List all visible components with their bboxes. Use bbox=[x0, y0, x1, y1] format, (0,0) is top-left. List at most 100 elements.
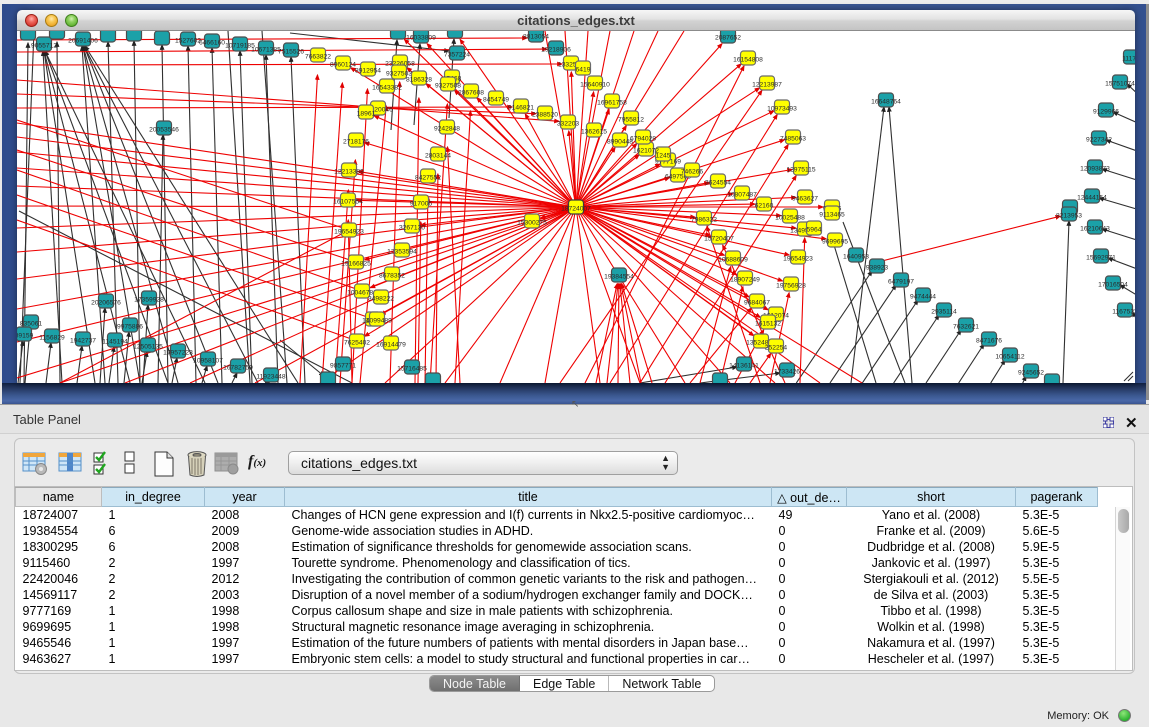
svg-text:15716485: 15716485 bbox=[397, 366, 427, 373]
svg-text:1640953: 1640953 bbox=[843, 254, 869, 261]
svg-text:20206576: 20206576 bbox=[91, 300, 121, 307]
svg-text:11174: 11174 bbox=[1122, 56, 1135, 63]
svg-text:6479197: 6479197 bbox=[888, 279, 914, 286]
svg-text:19218906: 19218906 bbox=[541, 47, 571, 54]
svg-text:9327508: 9327508 bbox=[435, 83, 461, 90]
svg-text:9242848: 9242848 bbox=[434, 126, 460, 133]
svg-text:2388520: 2388520 bbox=[532, 112, 558, 119]
svg-text:8186328: 8186328 bbox=[406, 77, 432, 84]
svg-text:1362615: 1362615 bbox=[581, 129, 607, 136]
svg-text:12353594: 12353594 bbox=[387, 249, 417, 256]
svg-text:12444154: 12444154 bbox=[1077, 195, 1107, 202]
svg-text:6466160: 6466160 bbox=[199, 40, 225, 47]
svg-text:917006: 917006 bbox=[410, 201, 433, 208]
svg-text:11923448: 11923448 bbox=[256, 374, 286, 381]
svg-text:7632621: 7632621 bbox=[953, 324, 979, 331]
svg-text:7663822: 7663822 bbox=[305, 54, 331, 61]
svg-text:10973493: 10973493 bbox=[767, 106, 797, 113]
svg-text:16648764: 16648764 bbox=[871, 99, 901, 106]
svg-text:10654112: 10654112 bbox=[995, 354, 1025, 361]
svg-text:1621072: 1621072 bbox=[633, 148, 659, 155]
svg-text:9463627: 9463627 bbox=[792, 196, 818, 203]
svg-text:8471676: 8471676 bbox=[976, 338, 1002, 345]
svg-text:12093873: 12093873 bbox=[1080, 166, 1110, 173]
svg-text:16782759: 16782759 bbox=[223, 365, 253, 372]
svg-text:16914479: 16914479 bbox=[376, 342, 406, 349]
svg-text:3498222: 3498222 bbox=[368, 296, 394, 303]
svg-text:1527602: 1527602 bbox=[175, 38, 201, 45]
svg-text:2087652: 2087652 bbox=[715, 35, 741, 42]
svg-text:746266: 746266 bbox=[681, 169, 704, 176]
svg-text:14099489: 14099489 bbox=[362, 318, 392, 325]
svg-text:16033809: 16033809 bbox=[406, 35, 436, 42]
svg-text:3267130: 3267130 bbox=[399, 225, 425, 232]
svg-text:8213953: 8213953 bbox=[1056, 213, 1082, 220]
svg-text:12505135: 12505135 bbox=[133, 344, 163, 351]
svg-text:10688609: 10688609 bbox=[718, 257, 748, 264]
svg-text:19654923: 19654923 bbox=[783, 256, 813, 263]
svg-text:3624554: 3624554 bbox=[705, 180, 731, 187]
svg-text:18907249: 18907249 bbox=[730, 277, 760, 284]
svg-text:20691406: 20691406 bbox=[68, 38, 98, 45]
svg-text:7625402: 7625402 bbox=[344, 340, 370, 347]
svg-text:6794028: 6794028 bbox=[630, 136, 656, 143]
svg-text:9857771: 9857771 bbox=[330, 363, 356, 370]
svg-text:19384554: 19384554 bbox=[604, 274, 634, 281]
svg-text:8990448: 8990448 bbox=[607, 139, 633, 146]
svg-text:2803144: 2803144 bbox=[425, 153, 451, 160]
svg-text:19654923: 19654923 bbox=[334, 229, 364, 236]
svg-text:16107554: 16107554 bbox=[333, 199, 363, 206]
svg-text:9227342: 9227342 bbox=[1086, 137, 1112, 144]
svg-text:9146821: 9146821 bbox=[508, 105, 534, 112]
svg-text:9129966: 9129966 bbox=[1093, 109, 1119, 116]
svg-text:12975115: 12975115 bbox=[786, 167, 816, 174]
svg-text:2718176: 2718176 bbox=[343, 139, 369, 146]
svg-text:8678352: 8678352 bbox=[379, 273, 405, 280]
svg-text:17359928: 17359928 bbox=[134, 297, 164, 304]
svg-text:9699695: 9699695 bbox=[822, 239, 848, 246]
svg-text:7955812: 7955812 bbox=[618, 117, 644, 124]
svg-text:10671385: 10671385 bbox=[251, 47, 281, 54]
svg-text:14136141: 14136141 bbox=[729, 363, 759, 370]
svg-text:1145194: 1145194 bbox=[102, 339, 128, 346]
svg-text:9113465: 9113465 bbox=[819, 212, 845, 219]
svg-text:9474444: 9474444 bbox=[910, 294, 936, 301]
svg-text:2935114: 2935114 bbox=[931, 309, 957, 316]
svg-text:16961758: 16961758 bbox=[597, 100, 627, 107]
svg-text:7986322: 7986322 bbox=[691, 217, 717, 224]
svg-text:9975886: 9975886 bbox=[117, 324, 143, 331]
svg-text:7357224: 7357224 bbox=[444, 52, 470, 59]
svg-text:9055712: 9055712 bbox=[31, 43, 57, 50]
svg-text:18961: 18961 bbox=[357, 111, 376, 118]
svg-text:15640910: 15640910 bbox=[580, 82, 610, 89]
svg-text:8813054: 8813054 bbox=[523, 34, 549, 41]
svg-text:15720407: 15720407 bbox=[704, 236, 734, 243]
svg-text:16154808: 16154808 bbox=[733, 57, 763, 64]
svg-text:17957223: 17957223 bbox=[163, 350, 193, 357]
svg-text:19756928: 19756928 bbox=[776, 283, 806, 290]
svg-text:10025488: 10025488 bbox=[775, 215, 805, 222]
svg-text:62160: 62160 bbox=[755, 203, 774, 210]
svg-text:17016504: 17016504 bbox=[1098, 282, 1128, 289]
svg-text:39159: 39159 bbox=[17, 333, 34, 340]
svg-text:18724007: 18724007 bbox=[561, 206, 591, 213]
svg-text:7485063: 7485063 bbox=[780, 136, 806, 143]
svg-text:12213389: 12213389 bbox=[334, 169, 364, 176]
svg-text:332203: 332203 bbox=[557, 121, 580, 128]
svg-text:8960124: 8960124 bbox=[330, 62, 356, 69]
svg-text:7515526: 7515526 bbox=[278, 49, 304, 56]
svg-text:15300275: 15300275 bbox=[517, 220, 547, 227]
svg-text:12213987: 12213987 bbox=[752, 82, 782, 89]
svg-text:9684067: 9684067 bbox=[744, 300, 770, 307]
svg-text:5964: 5964 bbox=[807, 227, 822, 234]
svg-text:9245652: 9245652 bbox=[1018, 370, 1044, 377]
svg-text:938923: 938923 bbox=[866, 265, 889, 272]
svg-text:8454749: 8454749 bbox=[483, 97, 509, 104]
svg-text:1942737: 1942737 bbox=[70, 338, 96, 345]
svg-text:10807487: 10807487 bbox=[727, 192, 757, 199]
svg-text:8427552: 8427552 bbox=[415, 175, 441, 182]
svg-text:1733426: 1733426 bbox=[774, 369, 800, 376]
svg-text:20053546: 20053546 bbox=[149, 127, 179, 134]
svg-text:19166825: 19166825 bbox=[341, 261, 371, 268]
svg-text:16543382: 16543382 bbox=[372, 85, 402, 92]
